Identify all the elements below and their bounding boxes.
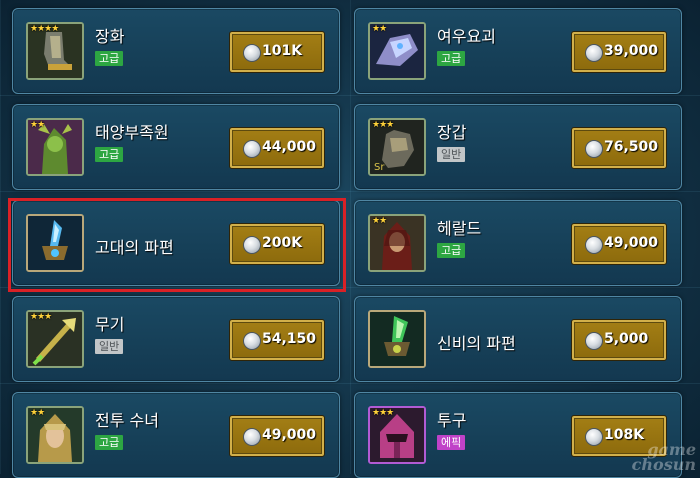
shop-item-card[interactable]: ★★ 태양부족원 고급 44,000 bbox=[12, 104, 340, 190]
grade-badge: 고급 bbox=[95, 435, 124, 450]
gloves-icon: Sr ★★★ bbox=[368, 118, 426, 176]
item-name: 여우요괴 bbox=[437, 27, 496, 46]
boots-icon: ★★★★ bbox=[26, 22, 84, 80]
item-name: 투구 bbox=[437, 411, 467, 430]
silver-coin-icon bbox=[243, 44, 261, 62]
shop-item-card[interactable]: ★★★ 무기 일반 54,150 bbox=[12, 296, 340, 382]
buy-button[interactable]: 39,000 bbox=[571, 31, 667, 73]
buy-button[interactable]: 44,000 bbox=[229, 127, 325, 169]
price-label: 49,000 bbox=[262, 427, 317, 443]
grade-badge: 일반 bbox=[95, 339, 124, 354]
selection-highlight bbox=[8, 198, 346, 292]
item-name: 장화 bbox=[95, 27, 125, 46]
item-name: 장갑 bbox=[437, 123, 467, 142]
battle-nun-icon: ★★ bbox=[26, 406, 84, 464]
grade-badge: 고급 bbox=[437, 51, 466, 66]
price-label: 39,000 bbox=[604, 43, 659, 59]
silver-coin-icon bbox=[585, 332, 603, 350]
silver-coin-icon bbox=[243, 140, 261, 158]
shop-item-card[interactable]: 신비의 파편 5,000 bbox=[354, 296, 682, 382]
price-label: 49,000 bbox=[604, 235, 659, 251]
silver-coin-icon bbox=[585, 140, 603, 158]
buy-button[interactable]: 54,150 bbox=[229, 319, 325, 361]
buy-button[interactable]: 49,000 bbox=[229, 415, 325, 457]
shop-item-card[interactable]: ★★ 전투 수녀 고급 49,000 bbox=[12, 392, 340, 478]
buy-button[interactable]: 101K bbox=[229, 31, 325, 73]
price-label: 76,500 bbox=[604, 139, 659, 155]
silver-coin-icon bbox=[243, 332, 261, 350]
price-label: 54,150 bbox=[262, 331, 317, 347]
item-name: 무기 bbox=[95, 315, 125, 334]
buy-button[interactable]: 49,000 bbox=[571, 223, 667, 265]
item-name: 헤랄드 bbox=[437, 219, 482, 238]
shop-item-card[interactable]: ★★★★ 장화 고급 101K bbox=[12, 8, 340, 94]
grade-badge: 고급 bbox=[437, 243, 466, 258]
grade-badge: 일반 bbox=[437, 147, 466, 162]
sun-tribe-icon: ★★ bbox=[26, 118, 84, 176]
watermark: game chosun bbox=[631, 440, 696, 474]
silver-coin-icon bbox=[243, 428, 261, 446]
buy-button[interactable]: 76,500 bbox=[571, 127, 667, 169]
item-name: 전투 수녀 bbox=[95, 411, 159, 430]
grade-badge: 에픽 bbox=[437, 435, 466, 450]
silver-coin-icon bbox=[585, 428, 603, 446]
helmet-icon: ★★★ bbox=[368, 406, 426, 464]
herald-icon: ★★ bbox=[368, 214, 426, 272]
buy-button[interactable]: 5,000 bbox=[571, 319, 667, 361]
item-name: 신비의 파편 bbox=[437, 334, 516, 353]
weapon-icon: ★★★ bbox=[26, 310, 84, 368]
silver-coin-icon bbox=[585, 44, 603, 62]
shop-item-card[interactable]: Sr ★★★ 장갑 일반 76,500 bbox=[354, 104, 682, 190]
grade-badge: 고급 bbox=[95, 147, 124, 162]
grade-badge: 고급 bbox=[95, 51, 124, 66]
fox-spirit-icon: ★★ bbox=[368, 22, 426, 80]
shop-item-card[interactable]: ★★ 여우요괴 고급 39,000 bbox=[354, 8, 682, 94]
svg-text:Sr: Sr bbox=[374, 162, 385, 173]
item-name: 태양부족원 bbox=[95, 123, 169, 142]
silver-coin-icon bbox=[585, 236, 603, 254]
price-label: 44,000 bbox=[262, 139, 317, 155]
price-label: 101K bbox=[262, 43, 303, 59]
mystery-shard-icon bbox=[368, 310, 426, 368]
shop-item-card[interactable]: ★★ 헤랄드 고급 49,000 bbox=[354, 200, 682, 286]
price-label: 5,000 bbox=[604, 331, 649, 347]
